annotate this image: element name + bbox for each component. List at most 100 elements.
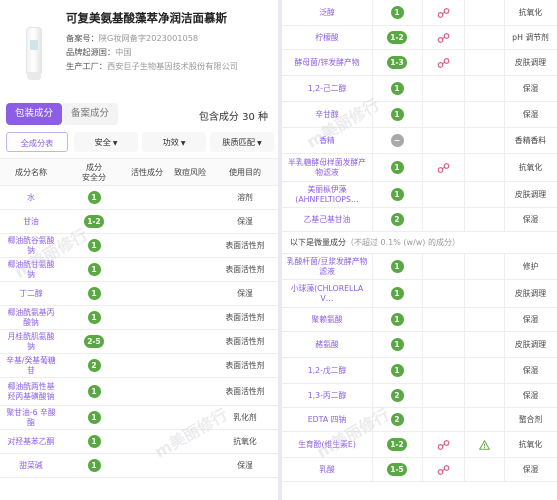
active-cell xyxy=(422,154,464,181)
table-row[interactable]: 生育酚(维生素E) 1-2 抗氧化 xyxy=(282,432,557,458)
safety-score-badge: 1 xyxy=(87,411,101,424)
table-row[interactable]: 聚甘油-6 辛酸酯 1 乳化剂 xyxy=(0,406,278,430)
ingredient-name[interactable]: 乳酸杆菌/豆浆发酵产物滤液 xyxy=(282,254,372,279)
table-row[interactable]: 1,2-戊二醇 1 保湿 xyxy=(282,358,557,384)
safety-score-cell: 1-2 xyxy=(372,26,422,49)
ingredient-name[interactable]: 辛甘醇 xyxy=(282,102,372,127)
table-row[interactable]: 聚赖氨酸 1 保湿 xyxy=(282,308,557,332)
filter-all-ingredients[interactable]: 全成分表 xyxy=(6,132,68,152)
table-row[interactable]: 椰油酰两性基羟丙基磺酸钠 1 表面活性剂 xyxy=(0,378,278,406)
purpose: 抗氧化 xyxy=(518,7,543,17)
table-row[interactable]: 柠檬酸 1-2 pH 调节剂 xyxy=(282,26,557,50)
safety-score-badge: 1 xyxy=(390,6,404,19)
ingredient-name[interactable]: 椰油酰氨基丙酸钠 xyxy=(0,306,62,329)
table-row[interactable]: 1,2-己二醇 1 保湿 xyxy=(282,76,557,102)
ingredient-name[interactable]: 辛基/癸基葡糖苷 xyxy=(0,354,62,377)
table-row[interactable]: 赭氨酸 1 皮肤调理 xyxy=(282,332,557,358)
table-row[interactable]: 椰油酰谷氨酸钠 1 表面活性剂 xyxy=(0,234,278,258)
ingredient-name[interactable]: 聚甘油-6 辛酸酯 xyxy=(0,406,62,429)
ingredient-name[interactable]: 月桂酰肌氨酸钠 xyxy=(0,330,62,353)
active-cell xyxy=(422,458,464,481)
column-divider xyxy=(504,0,505,26)
purpose: 表面活性剂 xyxy=(225,264,265,274)
table-row[interactable]: 辛甘醇 1 保湿 xyxy=(282,102,557,128)
table-row[interactable]: 对羟基苯乙酮 1 抗氧化 xyxy=(0,430,278,454)
header-purpose: 使用目的 xyxy=(229,168,261,177)
ingredient-name[interactable]: 半乳糖酵母样菌发酵产物滤液 xyxy=(282,154,372,181)
filter-safety[interactable]: 安全 ▼ xyxy=(74,132,138,152)
purpose: 保湿 xyxy=(522,214,539,224)
ingredient-name[interactable]: 甜菜碱 xyxy=(0,454,62,477)
table-row[interactable]: 泛醇 1 抗氧化 xyxy=(282,0,557,26)
ingredient-name[interactable]: 美丽枞伊藻(AHNFELTIOPS… xyxy=(282,182,372,207)
ingredient-name[interactable]: 椰油酰甘氨酸钠 xyxy=(0,258,62,281)
ingredient-name[interactable]: 丁二醇 xyxy=(0,282,62,305)
safety-score-badge: 1-2 xyxy=(387,31,407,44)
table-row[interactable]: 香精 − 香精香料 xyxy=(282,128,557,154)
table-row[interactable]: 月桂酰肌氨酸钠 2-5 表面活性剂 xyxy=(0,330,278,354)
ingredient-name[interactable]: 对羟基苯乙酮 xyxy=(0,430,62,453)
safety-score-badge: 1-2 xyxy=(84,215,104,228)
table-row[interactable]: 甜菜碱 1 保湿 xyxy=(0,454,278,478)
table-row[interactable]: EDTA 四钠 2 螯合剂 xyxy=(282,408,557,432)
table-row[interactable]: 乳酸 1-5 保湿 xyxy=(282,458,557,482)
table-row[interactable]: 甘油 1-2 保湿 xyxy=(0,210,278,234)
acne-risk-cell xyxy=(464,308,504,331)
ingredient-name[interactable]: 小球藻(CHLORELLA V… xyxy=(282,280,372,307)
ingredient-name[interactable]: 乳酸 xyxy=(282,458,372,481)
table-row[interactable]: 半乳糖酵母样菌发酵产物滤液 1 抗氧化 xyxy=(282,154,557,182)
filter-efficacy[interactable]: 功效 ▼ xyxy=(142,132,206,152)
table-row[interactable]: 美丽枞伊藻(AHNFELTIOPS… 1 皮肤调理 xyxy=(282,182,557,208)
table-row[interactable]: 1,3-丙二醇 2 保湿 xyxy=(282,384,557,408)
ingredient-name[interactable]: 1,2-己二醇 xyxy=(282,76,372,101)
safety-score-cell: 1 xyxy=(62,306,126,329)
safety-score-cell: 1 xyxy=(372,358,422,383)
tab-package-ingredients[interactable]: 包装成分 xyxy=(6,103,62,125)
purpose: 表面活性剂 xyxy=(225,386,265,396)
table-row[interactable]: 酵母菌/锌发酵产物 1-3 皮肤调理 xyxy=(282,50,557,76)
active-cell xyxy=(422,432,464,457)
column-divider xyxy=(422,308,423,332)
column-divider xyxy=(504,26,505,50)
tab-record-ingredients[interactable]: 备案成分 xyxy=(62,103,118,125)
active-cell xyxy=(422,102,464,127)
acne-risk-cell xyxy=(464,102,504,127)
safety-score-cell: 1 xyxy=(62,378,126,405)
ingredient-name[interactable]: 甘油 xyxy=(0,210,62,233)
ingredient-name[interactable]: EDTA 四钠 xyxy=(282,408,372,431)
ingredient-name[interactable]: 椰油酰谷氨酸钠 xyxy=(0,234,62,257)
filter-skin-match[interactable]: 肤质匹配 ▼ xyxy=(210,132,274,152)
table-row[interactable]: 丁二醇 1 保湿 xyxy=(0,282,278,306)
column-divider xyxy=(372,182,373,208)
table-row[interactable]: 乳酸杆菌/豆浆发酵产物滤液 1 修护 xyxy=(282,254,557,280)
purpose: 皮肤调理 xyxy=(514,339,547,349)
table-row[interactable]: 小球藻(CHLORELLA V… 1 皮肤调理 xyxy=(282,280,557,308)
acne-risk-cell xyxy=(464,458,504,481)
ingredient-name[interactable]: 水 xyxy=(0,186,62,209)
ingredient-name[interactable]: 1,3-丙二醇 xyxy=(282,384,372,407)
table-row[interactable]: 辛基/癸基葡糖苷 2 表面活性剂 xyxy=(0,354,278,378)
active-cell xyxy=(126,430,168,453)
ingredient-name[interactable]: 泛醇 xyxy=(282,0,372,25)
ingredient-name[interactable]: 聚赖氨酸 xyxy=(282,308,372,331)
column-divider xyxy=(372,128,373,154)
ingredient-name[interactable]: 柠檬酸 xyxy=(282,26,372,49)
ingredient-name[interactable]: 乙基己基甘油 xyxy=(282,208,372,231)
column-divider xyxy=(504,332,505,358)
ingredient-name[interactable]: 生育酚(维生素E) xyxy=(282,432,372,457)
ingredient-name[interactable]: 椰油酰两性基羟丙基磺酸钠 xyxy=(0,378,62,405)
ingredient-name[interactable]: 赭氨酸 xyxy=(282,332,372,357)
filter-bar: 全成分表 安全 ▼ 功效 ▼ 肤质匹配 ▼ xyxy=(0,132,278,154)
column-divider xyxy=(504,254,505,280)
table-row[interactable]: 乙基己基甘油 2 保湿 xyxy=(282,208,557,232)
table-row[interactable]: 椰油酰甘氨酸钠 1 表面活性剂 xyxy=(0,258,278,282)
safety-score-badge: 1 xyxy=(87,459,101,472)
ingredient-name[interactable]: 1,2-戊二醇 xyxy=(282,358,372,383)
ingredient-name[interactable]: 香精 xyxy=(282,128,372,153)
ingredient-tabs: 包装成分 备案成分 包含成分 30 种 xyxy=(0,100,278,128)
table-row[interactable]: 水 1 溶剂 xyxy=(0,186,278,210)
acne-risk-cell xyxy=(464,408,504,431)
ingredient-name[interactable]: 酵母菌/锌发酵产物 xyxy=(282,50,372,75)
table-row[interactable]: 椰油酰氨基丙酸钠 1 表面活性剂 xyxy=(0,306,278,330)
safety-score-cell: 1 xyxy=(372,254,422,279)
